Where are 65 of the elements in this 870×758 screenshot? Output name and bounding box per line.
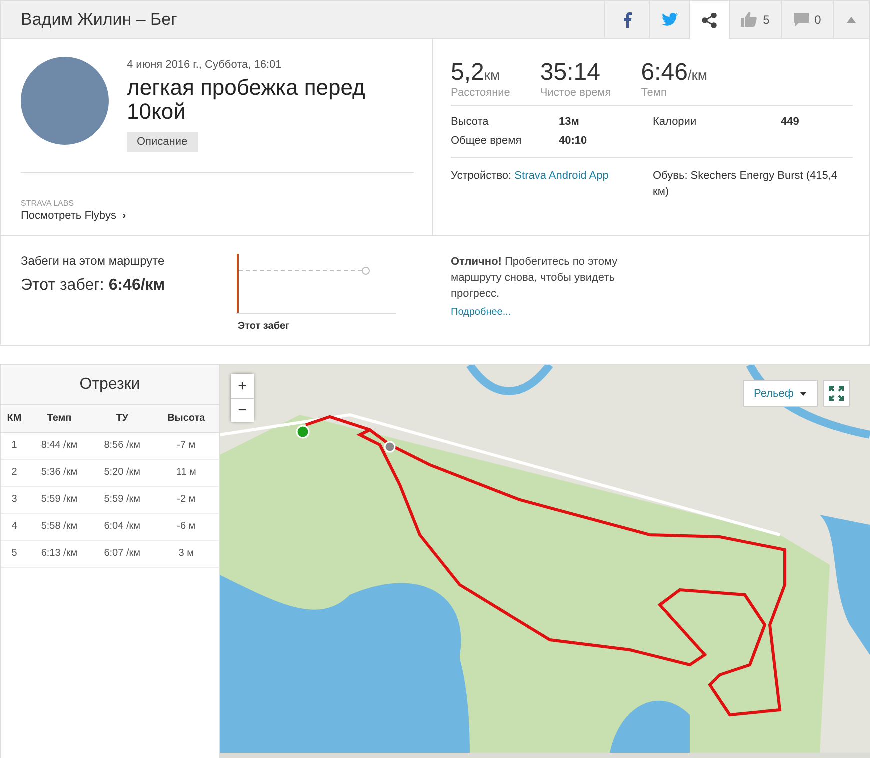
table-cell: 5:59 /км bbox=[28, 486, 91, 513]
zoom-in-button[interactable]: + bbox=[231, 374, 254, 398]
column-header: ТУ bbox=[90, 405, 154, 432]
table-cell: 5:58 /км bbox=[28, 513, 91, 540]
table-cell: -6 м bbox=[154, 513, 219, 540]
table-cell: 5:20 /км bbox=[90, 459, 154, 486]
map[interactable]: + − Рельеф bbox=[220, 365, 870, 758]
route-title: Забеги на этом маршруте bbox=[21, 254, 166, 268]
stat-label: Калории bbox=[653, 116, 698, 128]
caret-up-icon bbox=[847, 16, 856, 23]
table-cell: 3 м bbox=[154, 540, 219, 567]
device-label: Устройство: bbox=[451, 170, 512, 182]
flybys-link[interactable]: Посмотреть Flybys › bbox=[21, 210, 414, 222]
facebook-icon bbox=[622, 12, 632, 28]
stat-value: 5,2км bbox=[451, 59, 502, 88]
stat-label: Расстояние bbox=[451, 87, 510, 100]
table-cell: 8:44 /км bbox=[28, 432, 91, 459]
stat-value: 40:10 bbox=[559, 135, 588, 148]
stat-label: Чистое время bbox=[540, 87, 612, 100]
map-layer-dropdown[interactable]: Рельеф bbox=[743, 380, 818, 407]
more-link[interactable]: Подробнее... bbox=[451, 307, 512, 318]
table-cell: -2 м bbox=[154, 486, 219, 513]
activity-name: легкая пробежка перед 10кой bbox=[127, 76, 366, 124]
caret-down-icon bbox=[800, 392, 807, 396]
stat-value: 449 bbox=[781, 116, 800, 128]
table-cell: 4 bbox=[1, 513, 28, 540]
stat-value: 6:46/км bbox=[641, 59, 708, 88]
labs-caption: STRAVA LABS bbox=[21, 199, 76, 208]
page-title: Вадим Жилин – Бег bbox=[20, 8, 178, 31]
column-header: Высота bbox=[154, 405, 219, 432]
bird-icon bbox=[662, 13, 678, 26]
table-cell: 3 bbox=[1, 486, 28, 513]
thumbs-up-icon bbox=[741, 12, 758, 28]
description-button[interactable]: Описание bbox=[127, 132, 198, 152]
table-cell: 5:59 /км bbox=[90, 486, 154, 513]
zoom-out-button[interactable]: − bbox=[231, 398, 254, 422]
share-icon bbox=[702, 12, 717, 28]
table-cell: 5:36 /км bbox=[28, 459, 91, 486]
column-header: КМ bbox=[1, 405, 28, 432]
stat-value: 13м bbox=[559, 116, 580, 128]
table-cell: 6:13 /км bbox=[28, 540, 91, 567]
fullscreen-icon bbox=[829, 386, 844, 401]
shoes-text: Обувь: Skechers Energy Burst (415,4 км) bbox=[653, 169, 839, 200]
speech-bubble-icon bbox=[794, 12, 809, 27]
table-cell: 11 м bbox=[154, 459, 219, 486]
activity-date: 4 июня 2016 г., Суббота, 16:01 bbox=[127, 59, 283, 72]
route-message: Отлично! Пробегитесь по этому маршруту снова, чтобы увидеть прогресс. bbox=[451, 255, 619, 302]
fullscreen-button[interactable] bbox=[823, 380, 850, 407]
table-cell: 5 bbox=[1, 540, 28, 567]
table-cell: -7 м bbox=[154, 432, 219, 459]
table-cell: 6:07 /км bbox=[90, 540, 154, 567]
table-cell: 8:56 /км bbox=[90, 432, 154, 459]
this-run-pace: Этот забег: 6:46/км bbox=[21, 277, 166, 295]
share-button[interactable] bbox=[689, 1, 729, 40]
table-cell: 1 bbox=[1, 432, 28, 459]
device-link[interactable]: Strava Android App bbox=[514, 170, 609, 182]
splits-title: Отрезки bbox=[1, 365, 219, 405]
column-header: Темп bbox=[28, 405, 91, 432]
table-cell: 2 bbox=[1, 459, 28, 486]
chart-caption: Этот забег bbox=[238, 321, 291, 332]
stat-label: Высота bbox=[451, 116, 490, 128]
stat-label: Общее время bbox=[451, 135, 523, 148]
table-cell: 6:04 /км bbox=[90, 513, 154, 540]
stat-value: 35:14 bbox=[540, 59, 602, 88]
stat-label: Темп bbox=[641, 87, 668, 100]
